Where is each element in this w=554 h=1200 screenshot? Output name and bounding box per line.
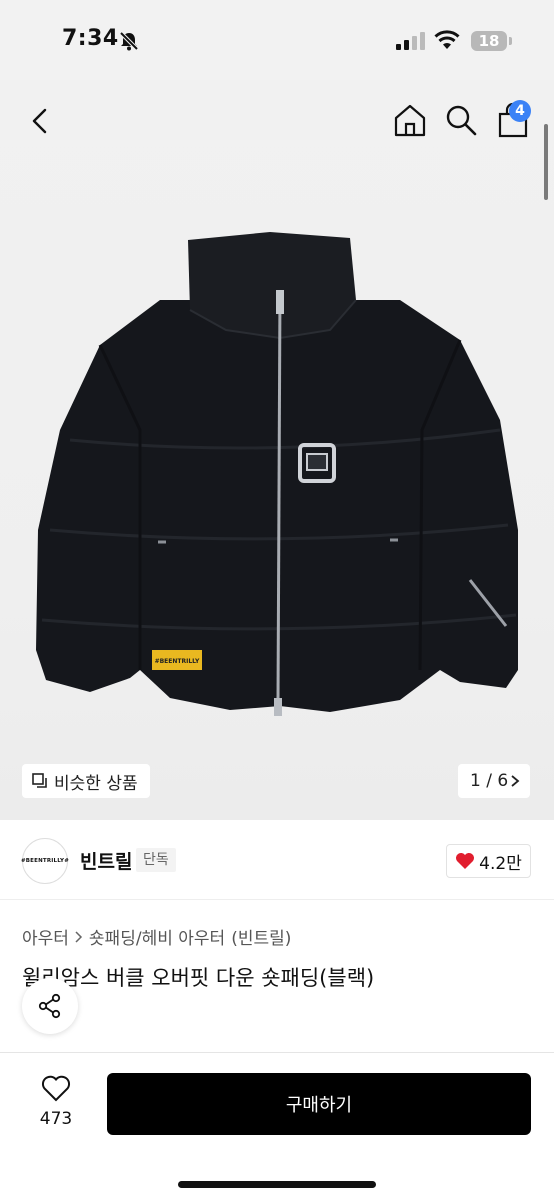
brand-like-button[interactable]: 4.2만 xyxy=(446,844,531,878)
battery-tip xyxy=(509,37,512,45)
breadcrumb: 아우터 숏패딩/헤비 아우터 (빈트릴) xyxy=(22,924,291,949)
brand-logo-text: #BEENTRILLY# xyxy=(20,858,70,864)
similar-products-label: 비슷한 상품 xyxy=(54,773,138,794)
heart-filled-icon xyxy=(456,853,475,869)
home-icon[interactable] xyxy=(392,102,428,138)
share-button[interactable] xyxy=(22,978,78,1034)
image-pager-label: 1 / 6 xyxy=(470,771,509,791)
wishlist-button[interactable]: 473 xyxy=(30,1075,82,1129)
breadcrumb-item[interactable]: (빈트릴) xyxy=(231,924,291,949)
back-icon[interactable] xyxy=(24,104,58,138)
search-icon[interactable] xyxy=(443,102,479,138)
brand-name[interactable]: 빈트릴 xyxy=(80,847,132,874)
status-time: 7:34 xyxy=(62,26,119,51)
home-indicator xyxy=(178,1181,376,1188)
signal-icon xyxy=(396,32,425,50)
product-image-gallery[interactable]: 4 #BEENTRILLY 비슷한 상품 1 / 6 xyxy=(0,80,554,820)
chevron-right-icon xyxy=(75,930,82,943)
buy-button[interactable]: 구매하기 xyxy=(107,1073,531,1135)
product-image-jacket: #BEENTRILLY xyxy=(36,232,518,716)
similar-products-button[interactable]: 비슷한 상품 xyxy=(22,764,150,798)
jacket-label-text: #BEENTRILLY xyxy=(155,658,200,665)
similar-icon xyxy=(32,773,47,788)
wifi-icon xyxy=(434,30,460,49)
heart-outline-icon xyxy=(41,1075,71,1102)
wishlist-count: 473 xyxy=(39,1109,73,1129)
exclusive-badge: 단독 xyxy=(136,848,176,872)
brand-row: #BEENTRILLY# 빈트릴 단독 4.2만 xyxy=(0,820,554,900)
breadcrumb-item[interactable]: 숏패딩/헤비 아우터 xyxy=(89,924,225,949)
brand-logo[interactable]: #BEENTRILLY# xyxy=(20,838,70,884)
share-icon xyxy=(38,993,61,1019)
chevron-right-icon xyxy=(511,775,520,787)
status-bar: 7:34 18 xyxy=(0,0,554,80)
scrollbar-thumb[interactable] xyxy=(544,124,548,200)
product-title: 윌리암스 버클 오버핏 다운 숏패딩(블랙) xyxy=(22,966,375,990)
bottom-action-bar: 473 구매하기 xyxy=(0,1052,554,1200)
cart-count-badge: 4 xyxy=(509,100,531,122)
image-pager[interactable]: 1 / 6 xyxy=(458,764,530,798)
brand-like-count: 4.2만 xyxy=(479,853,522,874)
bell-muted-icon xyxy=(119,31,139,51)
battery-indicator: 18 xyxy=(471,31,507,51)
breadcrumb-item[interactable]: 아우터 xyxy=(22,924,69,949)
